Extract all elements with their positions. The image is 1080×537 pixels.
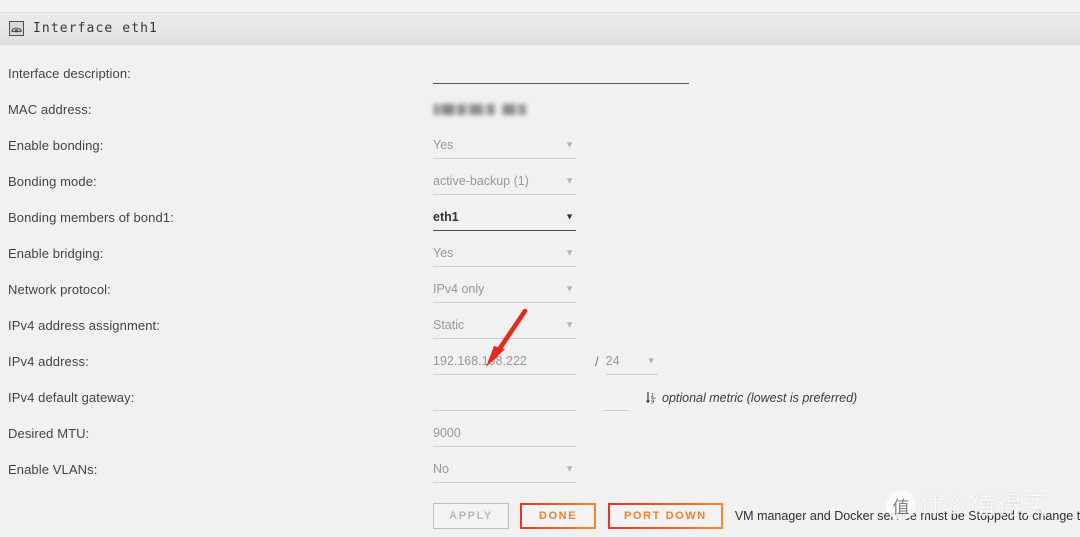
bonding-members-select[interactable]: eth1 ▼ — [433, 204, 576, 231]
label-interface-description: Interface description: — [8, 66, 131, 81]
metric-hint-text: optional metric (lowest is preferred) — [662, 390, 858, 405]
label-bonding-mode: Bonding mode: — [8, 174, 97, 189]
done-button[interactable]: DONE — [520, 503, 596, 529]
field-bonding-mode: active-backup (1) ▼ — [433, 168, 576, 195]
field-desired-mtu: 9000 — [433, 420, 576, 447]
chevron-down-icon: ▼ — [565, 247, 574, 258]
desired-mtu-input[interactable]: 9000 — [433, 420, 576, 447]
row-ipv4-address: IPv4 address: 192.168.198.222 / 24 ▼ — [0, 348, 1080, 384]
label-bonding-members: Bonding members of bond1: — [8, 210, 174, 225]
label-enable-bridging: Enable bridging: — [8, 246, 104, 261]
label-desired-mtu: Desired MTU: — [8, 426, 90, 441]
chevron-down-icon: ▼ — [565, 211, 574, 222]
chevron-down-icon: ▼ — [565, 319, 574, 330]
status-message: VM manager and Docker service must be St… — [734, 509, 1080, 523]
bonding-mode-select[interactable]: active-backup (1) ▼ — [433, 168, 576, 195]
ipv4-assignment-select[interactable]: Static ▼ — [433, 312, 576, 339]
field-bonding-members: eth1 ▼ — [433, 204, 576, 231]
chevron-down-icon: ▼ — [565, 463, 574, 474]
network-protocol-value: IPv4 only — [433, 282, 485, 296]
enable-bridging-select[interactable]: Yes ▼ — [433, 240, 576, 267]
mac-address-redacted-block — [433, 104, 526, 115]
ipv4-prefix-group: / 24 ▼ — [595, 348, 658, 375]
field-enable-vlans: No ▼ — [433, 456, 576, 483]
row-network-protocol: Network protocol: IPv4 only ▼ — [0, 276, 1080, 312]
label-network-protocol: Network protocol: — [8, 282, 111, 297]
field-mac-address — [433, 96, 576, 123]
prefix-separator: / — [595, 354, 599, 369]
port-down-button[interactable]: PORT DOWN — [608, 503, 723, 529]
network-protocol-select[interactable]: IPv4 only ▼ — [433, 276, 576, 303]
row-bonding-members: Bonding members of bond1: eth1 ▼ — [0, 204, 1080, 240]
ipv4-metric-input[interactable] — [603, 384, 629, 411]
ipv4-address-input[interactable]: 192.168.198.222 — [433, 348, 576, 375]
window-title: Interface eth1 — [33, 21, 158, 36]
row-enable-bonding: Enable bonding: Yes ▼ — [0, 132, 1080, 168]
interface-settings-page: Interface eth1 Interface description: MA… — [0, 0, 1080, 537]
interface-form: Interface description: MAC address: Enab… — [0, 60, 1080, 492]
label-ipv4-address: IPv4 address: — [8, 354, 89, 369]
field-ipv4-assignment: Static ▼ — [433, 312, 576, 339]
field-network-protocol: IPv4 only ▼ — [433, 276, 576, 303]
row-enable-bridging: Enable bridging: Yes ▼ — [0, 240, 1080, 276]
chevron-down-icon: ▼ — [646, 355, 656, 366]
chevron-down-icon: ▼ — [565, 139, 574, 150]
enable-bonding-value: Yes — [433, 138, 454, 152]
network-interface-icon — [9, 21, 24, 36]
row-interface-description: Interface description: — [0, 60, 1080, 96]
ipv4-gateway-input[interactable] — [433, 384, 576, 411]
label-enable-vlans: Enable VLANs: — [8, 462, 98, 477]
row-mac-address: MAC address: — [0, 96, 1080, 132]
label-enable-bonding: Enable bonding: — [8, 138, 104, 153]
enable-vlans-select[interactable]: No ▼ — [433, 456, 576, 483]
enable-bridging-value: Yes — [433, 246, 454, 260]
chevron-down-icon: ▼ — [565, 283, 574, 294]
field-ipv4-gateway — [433, 384, 576, 411]
field-interface-description — [433, 60, 689, 84]
bonding-members-value: eth1 — [433, 210, 459, 224]
field-enable-bonding: Yes ▼ — [433, 132, 576, 159]
row-ipv4-gateway: IPv4 default gateway: 1 9 optional metri… — [0, 384, 1080, 420]
field-ipv4-address: 192.168.198.222 — [433, 348, 576, 375]
window-titlebar: Interface eth1 — [0, 12, 1080, 45]
ipv4-prefix-value: 24 — [605, 354, 620, 368]
row-desired-mtu: Desired MTU: 9000 — [0, 420, 1080, 456]
svg-text:9: 9 — [651, 399, 654, 405]
mac-address-value — [433, 96, 576, 123]
ipv4-assignment-value: Static — [433, 318, 465, 332]
row-bonding-mode: Bonding mode: active-backup (1) ▼ — [0, 168, 1080, 204]
ipv4-prefix-select[interactable]: 24 ▼ — [605, 348, 658, 375]
metric-hint: 1 9 optional metric (lowest is preferred… — [645, 384, 857, 411]
enable-vlans-value: No — [433, 462, 449, 476]
bonding-mode-value: active-backup (1) — [433, 174, 529, 188]
action-button-bar: APPLY DONE PORT DOWN VM manager and Dock… — [433, 503, 1080, 529]
label-mac-address: MAC address: — [8, 102, 92, 117]
row-enable-vlans: Enable VLANs: No ▼ — [0, 456, 1080, 492]
sort-numeric-down-icon: 1 9 — [646, 391, 656, 405]
label-ipv4-assignment: IPv4 address assignment: — [8, 318, 160, 333]
interface-description-input[interactable] — [433, 60, 689, 84]
chevron-down-icon: ▼ — [565, 175, 574, 186]
row-ipv4-assignment: IPv4 address assignment: Static ▼ — [0, 312, 1080, 348]
field-enable-bridging: Yes ▼ — [433, 240, 576, 267]
label-ipv4-gateway: IPv4 default gateway: — [8, 390, 135, 405]
desired-mtu-value: 9000 — [433, 426, 461, 440]
enable-bonding-select[interactable]: Yes ▼ — [433, 132, 576, 159]
apply-button[interactable]: APPLY — [433, 503, 509, 529]
ipv4-address-value: 192.168.198.222 — [433, 354, 527, 368]
